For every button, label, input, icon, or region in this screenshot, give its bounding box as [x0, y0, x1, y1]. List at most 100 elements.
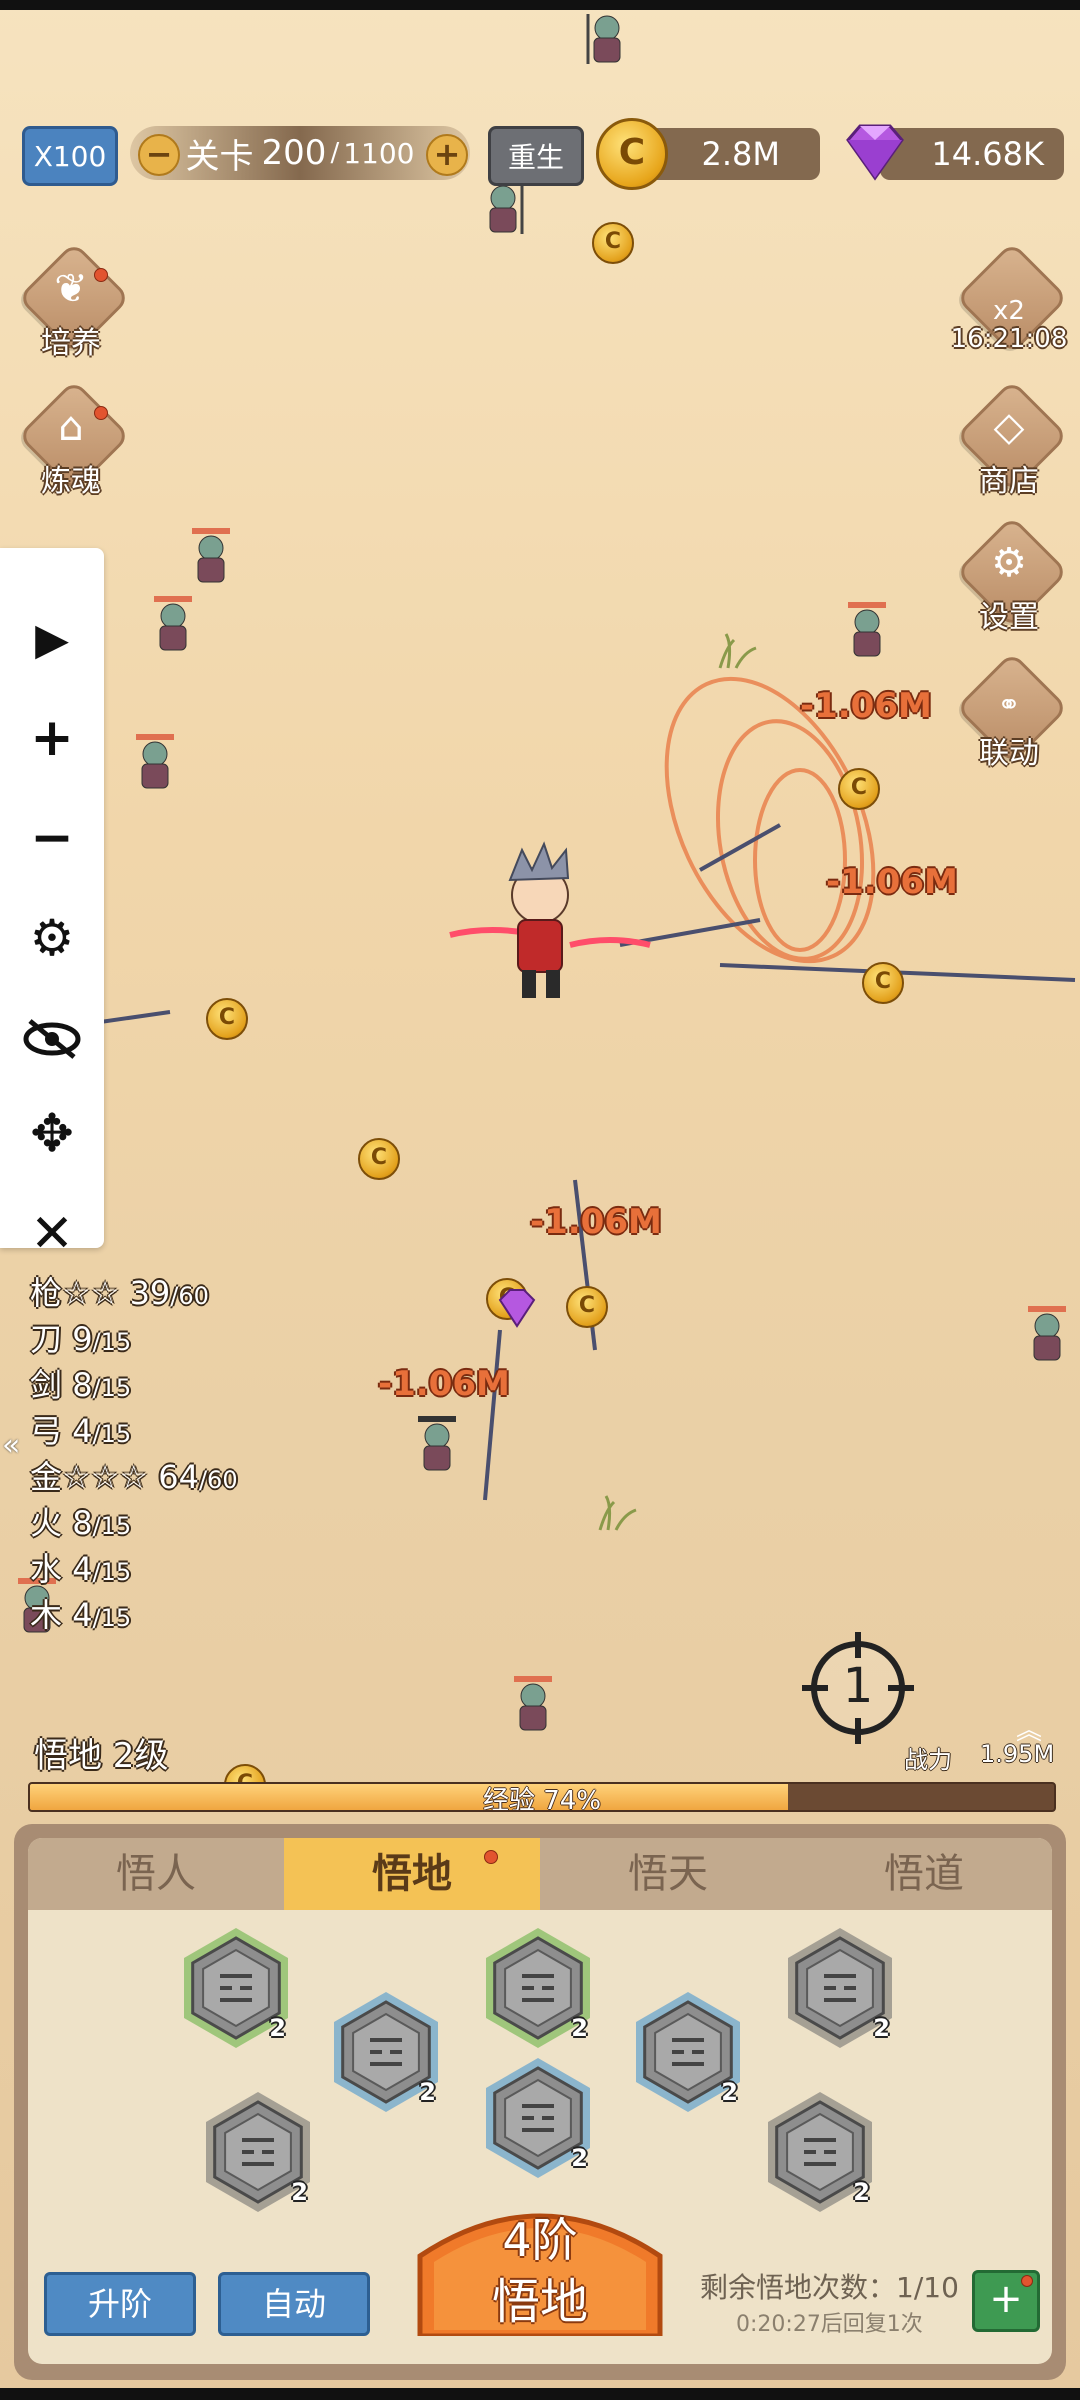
- coin-drop[interactable]: C: [358, 1138, 400, 1180]
- gem-value: 14.68K: [931, 135, 1044, 173]
- enemy-goblin: [840, 602, 894, 662]
- double-bonus-button[interactable]: x2 16:21:08: [951, 241, 1069, 362]
- house-icon: ⌂: [58, 404, 84, 450]
- rune-count: 2: [853, 2178, 870, 2206]
- stat-row: 木 4/15: [30, 1596, 132, 1634]
- rune-slot-green[interactable]: 2: [174, 1926, 298, 2050]
- stat-row: 弓 4/15: [30, 1412, 132, 1450]
- rune-count: 2: [291, 2178, 308, 2206]
- bottom-nav-strip: [0, 2388, 1080, 2400]
- auto-button[interactable]: 自动: [218, 2272, 370, 2336]
- stat-row: 水 4/15: [30, 1550, 132, 1588]
- link-icon: ⚭: [997, 688, 1021, 721]
- rune-count: 2: [571, 2144, 588, 2172]
- rune-count: 2: [269, 2014, 286, 2042]
- shop-button[interactable]: ◇ 商店: [954, 379, 1069, 500]
- gear-icon: ⚙: [991, 540, 1027, 586]
- stat-row: 火 8/15: [30, 1504, 132, 1542]
- notification-dot: [484, 1850, 498, 1864]
- enemy-goblin: [410, 1416, 464, 1476]
- tab-wudi-label: 悟地: [372, 1851, 452, 1897]
- collapse-chevron-icon[interactable]: «: [2, 1428, 20, 1463]
- stat-row: 刀 9/15: [30, 1320, 132, 1358]
- rune-slot-gray[interactable]: 2: [196, 2090, 320, 2214]
- rune-slot-gray[interactable]: 2: [758, 2090, 882, 2214]
- big-button-label: 悟地: [491, 2274, 588, 2330]
- enemy-goblin: [476, 178, 530, 238]
- grass-tuft: [598, 633, 757, 1531]
- tab-wuren[interactable]: 悟人: [28, 1838, 284, 1910]
- stage-selector: 关卡 200 / 1100: [130, 126, 470, 180]
- coin-drop[interactable]: C: [566, 1286, 608, 1328]
- refine-soul-button[interactable]: ⌂ 炼魂: [16, 379, 131, 500]
- power-value: 1.95M: [980, 1740, 1055, 1768]
- tab-wutian[interactable]: 悟天: [540, 1838, 796, 1910]
- plus-icon: +: [989, 2276, 1023, 2322]
- weapon-element-stats: 枪☆☆ 39/60 刀 9/15 剑 8/15 弓 4/15 金☆☆☆ 64/6…: [30, 1272, 238, 1640]
- rebirth-button[interactable]: 重生: [488, 126, 584, 186]
- add-attempts-button[interactable]: +: [972, 2270, 1040, 2332]
- speed-multiplier-button[interactable]: X100: [22, 126, 118, 186]
- hero-character: [449, 841, 651, 998]
- coin-drop[interactable]: C: [592, 222, 634, 264]
- stage-total: 1100: [343, 136, 415, 170]
- coin-drop[interactable]: C: [838, 768, 880, 810]
- nurture-button[interactable]: ❦ 培养: [16, 241, 131, 362]
- settings-button[interactable]: ⚙ 设置: [954, 515, 1069, 636]
- play-button[interactable]: ▶: [0, 600, 104, 680]
- enemy-goblin: [184, 528, 238, 588]
- stage-current: 200: [261, 133, 327, 173]
- bonus-multiplier-badge: x2: [993, 296, 1025, 326]
- stage-separator: /: [330, 138, 340, 168]
- coin-drop[interactable]: C: [862, 962, 904, 1004]
- gold-coin-icon: C: [596, 118, 668, 190]
- nurture-label: 培养: [41, 326, 101, 361]
- auto-target-crosshair[interactable]: 1: [798, 1628, 918, 1748]
- upgrade-rank-button[interactable]: 升阶: [44, 2272, 196, 2336]
- purple-gem-icon: [846, 124, 904, 181]
- tab-wudao[interactable]: 悟道: [796, 1838, 1052, 1910]
- power-label: 战力: [904, 1746, 952, 1774]
- gear-icon[interactable]: ⚙: [0, 898, 104, 978]
- realm-level-title: 悟地 2级: [34, 1736, 169, 1776]
- stage-minus-button[interactable]: −: [138, 134, 180, 176]
- close-icon[interactable]: ✕: [0, 1194, 104, 1274]
- tab-wudi[interactable]: 悟地: [284, 1838, 540, 1910]
- crosshair-number: 1: [842, 1658, 874, 1714]
- enemy-goblin: [1020, 1306, 1074, 1366]
- gold-value: 2.8M: [701, 135, 781, 173]
- rune-count: 2: [419, 2078, 436, 2106]
- gem-drop[interactable]: [492, 1286, 542, 1330]
- remaining-value: 1/10: [896, 2271, 959, 2304]
- shop-label: 商店: [979, 464, 1039, 499]
- damage-number: -1.06M: [800, 686, 932, 726]
- rune-slot-green[interactable]: 2: [476, 1926, 600, 2050]
- coin-drop[interactable]: C: [206, 998, 248, 1040]
- refine-soul-label: 炼魂: [41, 464, 101, 499]
- rune-slot-gray[interactable]: 2: [778, 1926, 902, 2050]
- minus-button[interactable]: −: [0, 798, 104, 878]
- rune-slot-blue[interactable]: 2: [324, 1990, 448, 2114]
- enemy-goblin: [506, 1676, 560, 1736]
- rune-slot-blue[interactable]: 2: [626, 1990, 750, 2114]
- damage-number: -1.06M: [530, 1202, 662, 1242]
- plus-button[interactable]: +: [0, 698, 104, 778]
- link-button[interactable]: ⚭ 联动: [954, 651, 1069, 772]
- rune-count: 2: [571, 2014, 588, 2042]
- notification-dot: [94, 268, 108, 282]
- enlighten-big-button[interactable]: 4阶 悟地: [414, 2186, 666, 2336]
- move-icon[interactable]: ✥: [0, 1094, 104, 1174]
- stage-plus-button[interactable]: +: [426, 134, 468, 176]
- diamond-shop-icon: ◇: [993, 404, 1025, 450]
- bonus-timer: 16:21:08: [950, 324, 1068, 354]
- big-button-rank: 4阶: [502, 2213, 578, 2267]
- damage-number: -1.06M: [826, 862, 958, 902]
- remaining-label: 剩余悟地次数：: [700, 2271, 897, 2304]
- rune-count: 2: [873, 2014, 890, 2042]
- experience-label: 经验 74%: [482, 1786, 602, 1812]
- hide-eye-icon[interactable]: [0, 996, 104, 1076]
- enemy-goblin: [146, 596, 200, 656]
- notification-dot: [1021, 2275, 1033, 2287]
- enlightenment-tabs: 悟人 悟地 悟天 悟道: [28, 1838, 1052, 1910]
- rune-slot-blue[interactable]: 2: [476, 2056, 600, 2180]
